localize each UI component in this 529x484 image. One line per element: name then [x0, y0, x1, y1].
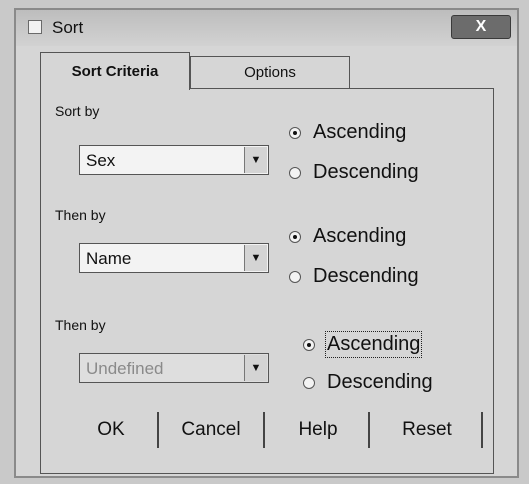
window-title: Sort: [52, 18, 84, 37]
button-divider: [481, 412, 483, 448]
sort-by-descending-radio[interactable]: Descending: [289, 161, 419, 184]
sort-by-descending-label: Descending: [313, 161, 419, 183]
sort-dialog: Sort X Sort Criteria Options Sort by Sex…: [14, 8, 519, 478]
close-button[interactable]: X: [451, 15, 511, 39]
ok-button[interactable]: OK: [66, 410, 156, 450]
cancel-button[interactable]: Cancel: [160, 410, 262, 450]
radio-unselected-icon: [289, 270, 301, 283]
radio-unselected-icon: [289, 166, 301, 179]
chevron-down-icon[interactable]: ▼: [244, 147, 267, 173]
then-by-2-descending-radio[interactable]: Descending: [303, 371, 433, 394]
then-by-label-1: Then by: [55, 207, 106, 223]
reset-button[interactable]: Reset: [374, 410, 480, 450]
sort-by-ascending-label: Ascending: [313, 121, 407, 143]
tab-sort-criteria[interactable]: Sort Criteria: [40, 52, 190, 90]
tab-options[interactable]: Options: [190, 56, 350, 88]
sort-by-value: Sex: [86, 151, 116, 170]
title-bar: Sort X: [16, 10, 517, 46]
then-by-1-ascending-radio[interactable]: Ascending: [289, 225, 406, 248]
then-by-label-2: Then by: [55, 317, 106, 333]
then-by-select-2[interactable]: Undefined ▼: [79, 353, 269, 383]
sort-by-select[interactable]: Sex ▼: [79, 145, 269, 175]
sort-by-label: Sort by: [55, 103, 100, 119]
then-by-value-1: Name: [86, 249, 132, 268]
chevron-down-icon[interactable]: ▼: [244, 355, 267, 381]
help-button[interactable]: Help: [278, 410, 358, 450]
then-by-select-1[interactable]: Name ▼: [79, 243, 269, 273]
then-by-2-descending-label: Descending: [327, 371, 433, 393]
then-by-2-ascending-radio[interactable]: Ascending: [303, 331, 423, 358]
button-divider: [368, 412, 370, 448]
then-by-1-descending-label: Descending: [313, 265, 419, 287]
window-icon[interactable]: [28, 20, 42, 34]
radio-selected-icon: [289, 126, 301, 139]
then-by-1-descending-radio[interactable]: Descending: [289, 265, 419, 288]
chevron-down-icon[interactable]: ▼: [244, 245, 267, 271]
then-by-2-ascending-label: Ascending: [324, 331, 423, 358]
radio-selected-icon: [303, 338, 315, 351]
then-by-1-ascending-label: Ascending: [313, 225, 407, 247]
radio-unselected-icon: [303, 376, 315, 389]
radio-selected-icon: [289, 230, 301, 243]
then-by-value-2: Undefined: [86, 359, 164, 378]
sort-by-ascending-radio[interactable]: Ascending: [289, 121, 406, 144]
button-divider: [263, 412, 265, 448]
button-divider: [157, 412, 159, 448]
